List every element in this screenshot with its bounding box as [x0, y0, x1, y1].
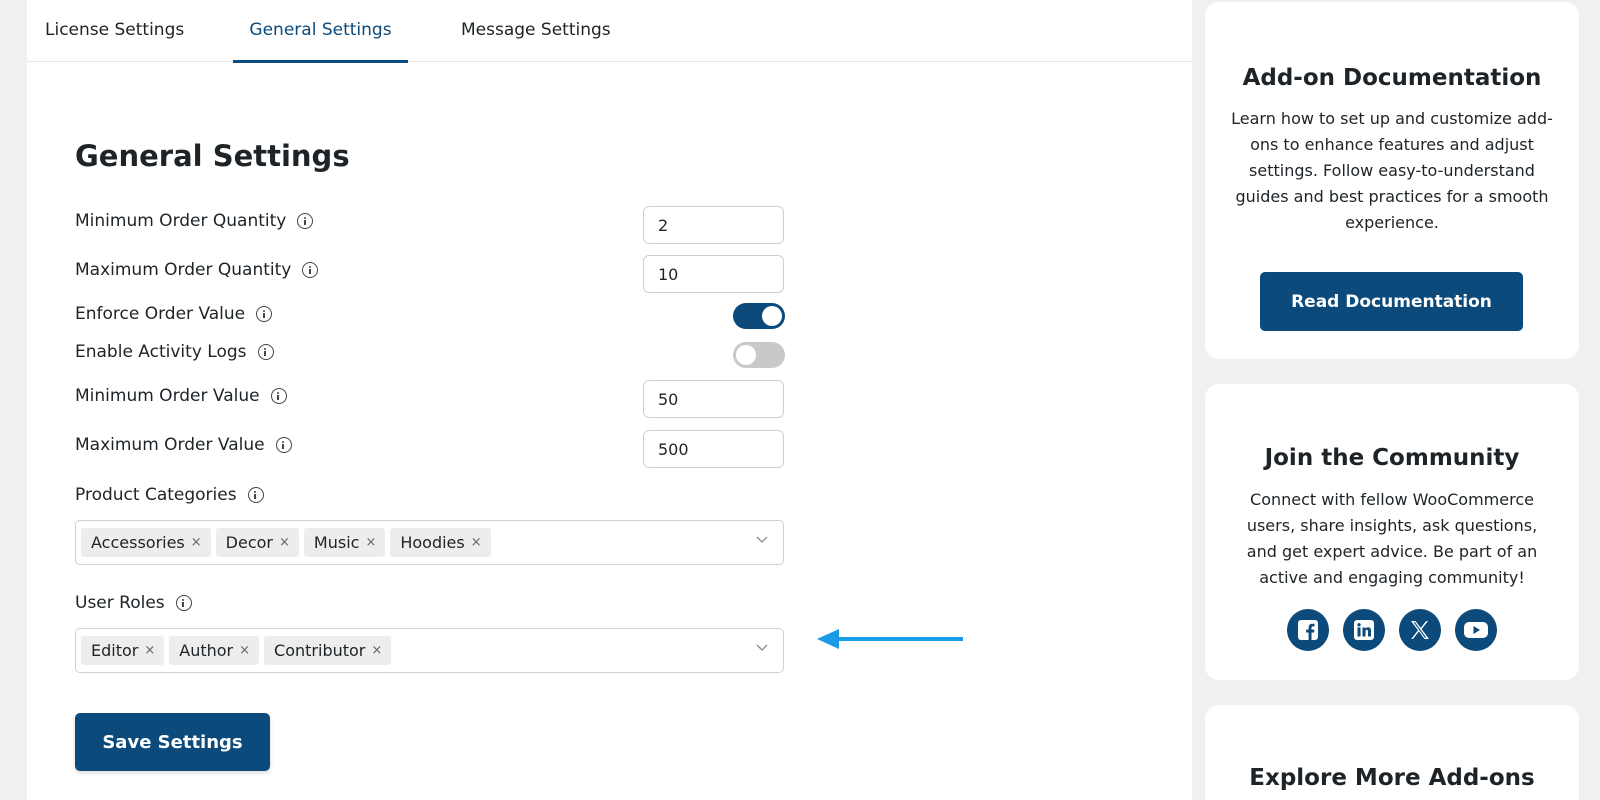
chip-label: Author — [179, 641, 234, 660]
chip-label: Hoodies — [400, 533, 465, 552]
info-icon[interactable] — [247, 487, 264, 503]
remove-chip-icon[interactable]: × — [144, 643, 155, 658]
user-roles-label: User Roles — [75, 593, 192, 613]
annotation-arrow-icon — [817, 629, 963, 649]
tab-license-settings[interactable]: License Settings — [45, 0, 184, 62]
category-chip: Music × — [303, 528, 386, 557]
remove-chip-icon[interactable]: × — [191, 535, 202, 550]
max-value-label: Maximum Order Value — [75, 435, 292, 455]
facebook-icon[interactable] — [1287, 609, 1329, 651]
remove-chip-icon[interactable]: × — [279, 535, 290, 550]
user-roles-label-text: User Roles — [75, 593, 165, 613]
tab-message-settings[interactable]: Message Settings — [461, 0, 611, 62]
product-categories-label-text: Product Categories — [75, 485, 237, 505]
docs-card: Add-on Documentation Learn how to set up… — [1205, 2, 1579, 359]
min-value-label: Minimum Order Value — [75, 386, 287, 406]
docs-card-title: Add-on Documentation — [1242, 65, 1542, 91]
settings-panel: License Settings General Settings Messag… — [27, 0, 1192, 800]
max-qty-label-text: Maximum Order Quantity — [75, 260, 292, 280]
enforce-value-toggle[interactable] — [733, 303, 785, 329]
role-chip: Contributor × — [264, 636, 392, 665]
info-icon[interactable] — [270, 388, 287, 404]
chevron-down-icon[interactable] — [755, 640, 769, 654]
info-icon[interactable] — [175, 595, 192, 611]
info-icon[interactable] — [256, 306, 273, 322]
info-icon[interactable] — [257, 344, 274, 360]
enforce-value-label: Enforce Order Value — [75, 304, 273, 324]
min-value-label-text: Minimum Order Value — [75, 386, 260, 406]
more-addons-card-title: Explore More Add-ons — [1249, 765, 1535, 791]
social-links — [1205, 609, 1579, 651]
max-qty-input[interactable] — [643, 255, 784, 293]
youtube-icon[interactable] — [1455, 609, 1497, 651]
tab-general-settings[interactable]: General Settings — [233, 0, 408, 63]
product-categories-select[interactable]: Accessories × Decor × Music × Hoodies × — [75, 520, 784, 565]
linkedin-glyph — [1354, 620, 1374, 640]
activity-logs-label: Enable Activity Logs — [75, 342, 274, 362]
role-chip: Author × — [169, 636, 260, 665]
remove-chip-icon[interactable]: × — [371, 643, 382, 658]
activity-logs-toggle[interactable] — [733, 342, 785, 368]
remove-chip-icon[interactable]: × — [239, 643, 250, 658]
remove-chip-icon[interactable]: × — [365, 535, 376, 550]
x-glyph — [1411, 621, 1429, 639]
category-chip: Hoodies × — [390, 528, 491, 557]
product-categories-label: Product Categories — [75, 485, 264, 505]
min-qty-label-text: Minimum Order Quantity — [75, 211, 287, 231]
community-card-title: Join the Community — [1264, 445, 1520, 471]
user-roles-select[interactable]: Editor × Author × Contributor × — [75, 628, 784, 673]
category-chip: Decor × — [215, 528, 299, 557]
community-card: Join the Community Connect with fellow W… — [1205, 384, 1579, 680]
min-qty-input[interactable] — [643, 206, 784, 244]
save-settings-button[interactable]: Save Settings — [75, 713, 270, 771]
chip-label: Contributor — [274, 641, 366, 660]
facebook-glyph — [1298, 620, 1318, 640]
read-documentation-button[interactable]: Read Documentation — [1260, 272, 1523, 331]
toggle-knob — [762, 306, 782, 326]
page-title: General Settings — [75, 139, 350, 173]
max-qty-label: Maximum Order Quantity — [75, 260, 319, 280]
remove-chip-icon[interactable]: × — [471, 535, 482, 550]
tab-bar: License Settings General Settings Messag… — [27, 0, 1192, 63]
docs-card-text: Learn how to set up and customize add-on… — [1231, 109, 1553, 232]
chip-label: Editor — [91, 641, 139, 660]
max-value-input[interactable] — [643, 430, 784, 468]
more-addons-card: Explore More Add-ons — [1205, 705, 1579, 800]
activity-logs-label-text: Enable Activity Logs — [75, 342, 247, 362]
max-value-label-text: Maximum Order Value — [75, 435, 265, 455]
x-icon[interactable] — [1399, 609, 1441, 651]
community-card-text: Connect with fellow WooCommerce users, s… — [1246, 490, 1538, 587]
role-chip: Editor × — [81, 636, 165, 665]
info-icon[interactable] — [297, 213, 314, 229]
chevron-down-icon[interactable] — [755, 532, 769, 546]
chip-label: Decor — [225, 533, 273, 552]
min-value-input[interactable] — [643, 380, 784, 418]
youtube-glyph — [1464, 622, 1488, 638]
category-chip: Accessories × — [81, 528, 211, 557]
info-icon[interactable] — [302, 262, 319, 278]
linkedin-icon[interactable] — [1343, 609, 1385, 651]
enforce-value-label-text: Enforce Order Value — [75, 304, 246, 324]
info-icon[interactable] — [275, 437, 292, 453]
toggle-knob — [736, 345, 756, 365]
min-qty-label: Minimum Order Quantity — [75, 211, 314, 231]
chip-label: Accessories — [91, 533, 185, 552]
chip-label: Music — [313, 533, 360, 552]
